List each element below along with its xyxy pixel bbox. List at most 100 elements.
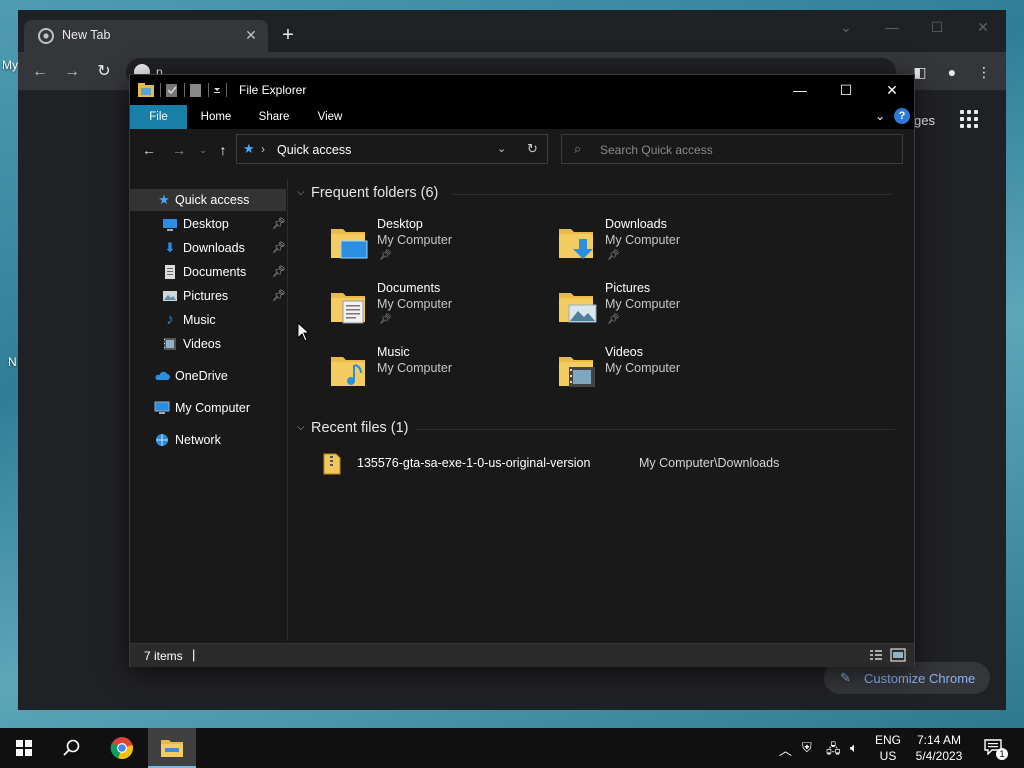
nav-item-network[interactable]: Network (130, 429, 286, 451)
recent-locations-icon[interactable]: ⌄ (194, 141, 212, 159)
address-bar[interactable]: ★ › Quick access ⌄ ↻ (236, 134, 548, 164)
chrome-tab[interactable]: New Tab ✕ (24, 20, 268, 52)
pin-icon: 📌︎ (272, 218, 286, 230)
chrome-taskbar-button[interactable] (98, 728, 146, 768)
network-icon[interactable]: 🖧︎ (826, 740, 841, 762)
chevron-down-icon[interactable]: ⌄ (497, 142, 506, 155)
new-tab-button[interactable]: + (276, 24, 300, 48)
quick-access-toolbar-icon[interactable] (138, 82, 234, 98)
minimize-button[interactable]: — (777, 75, 823, 105)
details-view-icon[interactable] (868, 647, 884, 663)
pin-icon: 📌︎ (379, 314, 392, 325)
folder-tile-downloads[interactable]: Downloads My Computer 📌︎ (557, 217, 767, 275)
mouse-cursor-icon (297, 322, 309, 342)
nav-item-onedrive[interactable]: OneDrive (130, 365, 286, 387)
desktop-icon-label[interactable]: My (2, 58, 18, 72)
apps-grid-icon[interactable] (960, 110, 980, 130)
close-button[interactable]: ✕ (869, 75, 915, 105)
search-button[interactable] (48, 728, 96, 768)
network-icon (156, 434, 168, 446)
up-icon[interactable]: ↑ (214, 141, 232, 159)
folder-name: Pictures (605, 281, 651, 295)
download-icon: ⬇ (164, 240, 176, 255)
nav-item-desktop[interactable]: Desktop 📌︎ (130, 213, 286, 235)
language-code: ENG (874, 733, 901, 747)
reload-icon[interactable]: ↻ (94, 62, 114, 82)
keyboard-layout: US (879, 749, 897, 763)
ribbon-tab-home[interactable]: Home (191, 105, 241, 129)
close-button[interactable]: ✕ (969, 16, 997, 38)
chevron-up-icon[interactable]: ︿ (779, 740, 792, 759)
nav-item-music[interactable]: ♪ Music (130, 309, 286, 331)
folder-name: Desktop (377, 217, 423, 231)
folder-tile-music[interactable]: Music My Computer (329, 345, 539, 403)
clock-date: 5/4/2023 (915, 749, 963, 763)
nav-item-documents[interactable]: Documents 📌︎ (130, 261, 286, 283)
chevron-down-icon[interactable]: ⌵ (297, 422, 305, 433)
maximize-button[interactable]: ☐ (823, 75, 869, 105)
desktop-icon (163, 219, 177, 231)
desktop-icon-label[interactable]: N (8, 355, 17, 369)
folder-name: Downloads (605, 217, 667, 231)
pencil-icon: ✎ (840, 670, 851, 685)
folder-location: My Computer (605, 361, 681, 375)
star-icon: ★ (158, 192, 170, 207)
file-explorer-taskbar-button[interactable] (148, 728, 196, 768)
nav-item-my-computer[interactable]: My Computer (130, 397, 286, 419)
nav-item-label: Documents (183, 265, 247, 279)
back-icon[interactable]: ← (30, 62, 50, 82)
help-icon[interactable]: ? (894, 108, 910, 124)
chevron-down-icon[interactable]: ⌄ (832, 16, 860, 38)
security-shield-icon[interactable]: ⛨ (802, 740, 812, 756)
maximize-button[interactable]: ☐ (923, 16, 951, 38)
menu-icon[interactable]: ⋮ (974, 62, 994, 82)
folder-tile-documents[interactable]: Documents My Computer 📌︎ (329, 281, 539, 339)
recent-files-header[interactable]: ⌵ Recent files (1) (297, 419, 897, 439)
large-icons-view-icon[interactable] (890, 647, 906, 663)
recent-file-row[interactable]: 135576-gta-sa-exe-1-0-us-original-versio… (323, 451, 883, 475)
language-indicator[interactable]: ENG US (874, 732, 902, 764)
folder-tile-desktop[interactable]: Desktop My Computer 📌︎ (329, 217, 539, 275)
minimize-button[interactable]: — (878, 16, 906, 38)
folder-location: My Computer (605, 233, 681, 247)
frequent-folders-header[interactable]: ⌵ Frequent folders (6) (297, 184, 897, 204)
back-icon[interactable]: ← (140, 141, 158, 159)
nav-item-pictures[interactable]: Pictures 📌︎ (130, 285, 286, 307)
taskbar: ︿ ⛨ 🖧︎ 🔈︎ ENG US 7:14 AM 5/4/2023 1 (0, 728, 1024, 768)
start-button[interactable] (0, 728, 48, 768)
ribbon-tab-file[interactable]: File (130, 105, 187, 129)
customize-label: Customize Chrome (864, 671, 976, 686)
recent-file-path: My Computer\Downloads (639, 456, 780, 470)
divider (415, 429, 895, 430)
address-path[interactable]: Quick access (277, 143, 351, 157)
refresh-icon[interactable]: ↻ (527, 141, 538, 157)
forward-icon[interactable]: → (170, 141, 188, 159)
expand-ribbon-icon[interactable]: ⌄ (875, 109, 885, 123)
nav-item-quick-access[interactable]: ★ Quick access (130, 189, 286, 211)
chevron-down-icon[interactable]: ⌵ (297, 187, 305, 198)
ribbon-tab-view[interactable]: View (306, 105, 354, 129)
pin-icon: 📌︎ (272, 242, 286, 254)
nav-item-videos[interactable]: Videos (130, 333, 286, 355)
nav-item-downloads[interactable]: ⬇ Downloads 📌︎ (130, 237, 286, 259)
profile-icon[interactable]: ● (942, 62, 962, 82)
pin-icon: 📌︎ (379, 250, 392, 261)
clock[interactable]: 7:14 AM 5/4/2023 (912, 732, 966, 764)
search-box[interactable]: ⌕ (561, 134, 903, 164)
forward-icon[interactable]: → (62, 62, 82, 82)
close-tab-icon[interactable]: ✕ (242, 26, 260, 44)
ribbon: File Home Share View ⌄ ? (130, 105, 914, 129)
action-center-button[interactable]: 1 (976, 728, 1016, 768)
folder-icon (161, 740, 183, 757)
item-count: 7 items (144, 649, 183, 663)
volume-icon[interactable]: 🔈︎ (850, 740, 858, 756)
folder-tile-videos[interactable]: Videos My Computer (557, 345, 767, 403)
images-link[interactable]: ges (914, 113, 935, 128)
folder-tile-pictures[interactable]: Pictures My Computer 📌︎ (557, 281, 767, 339)
chevron-right-icon[interactable]: › (261, 142, 265, 156)
pin-icon: 📌︎ (607, 250, 620, 261)
search-input[interactable] (600, 141, 890, 159)
chrome-icon (110, 737, 133, 760)
ribbon-tab-share[interactable]: Share (249, 105, 299, 129)
windows-logo-icon (16, 740, 32, 756)
